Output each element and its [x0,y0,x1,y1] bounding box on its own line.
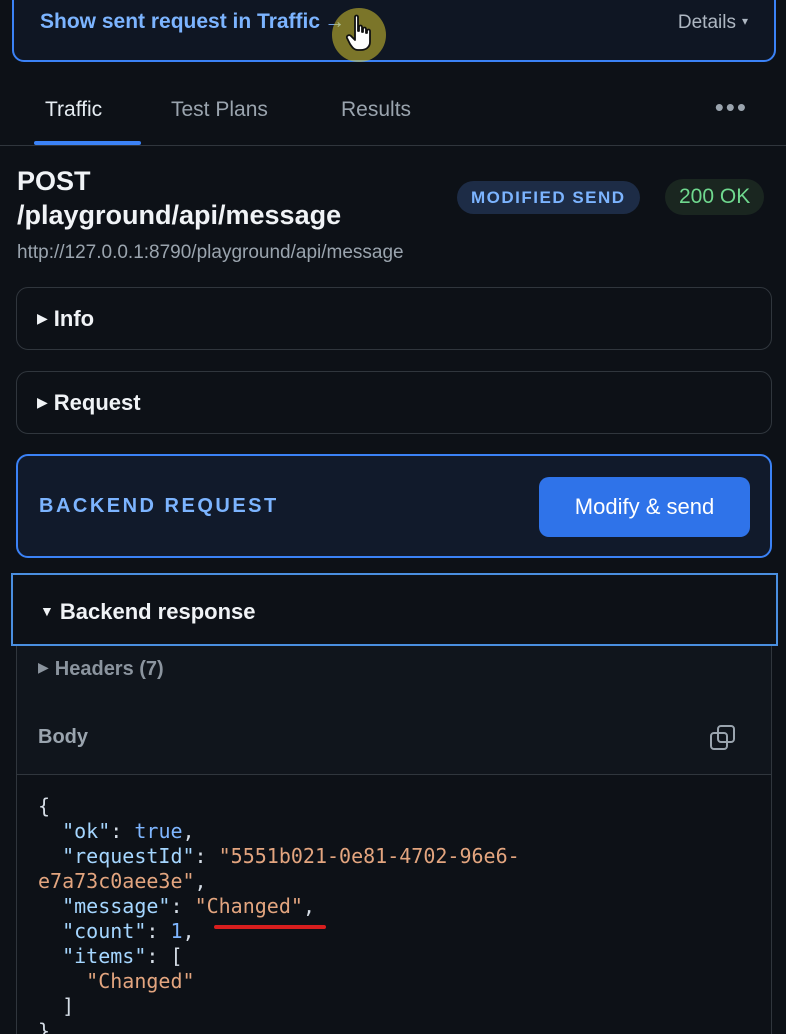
more-options-icon[interactable]: ••• [715,92,748,123]
request-method: POST [17,166,91,196]
backend-response-label: Backend response [59,599,256,624]
tab-traffic[interactable]: Traffic [45,98,102,122]
request-label: Request [53,390,141,415]
modified-send-badge: MODIFIED SEND [457,181,640,214]
request-url: http://127.0.0.1:8790/playground/api/mes… [17,242,404,263]
tab-results[interactable]: Results [341,98,411,122]
request-section-header[interactable]: ▶ Request [37,390,141,416]
json-requestid-value-2: e7a73c0aee3e" [38,869,195,893]
backend-response-header[interactable]: ▼ Backend response [11,573,778,646]
backend-request-label: BACKEND REQUEST [39,495,279,517]
copy-icon[interactable] [708,723,738,758]
backend-request-card: BACKEND REQUEST Modify & send [16,454,772,558]
request-section[interactable]: ▶ Request [16,371,772,434]
json-requestid-value-1: "5551b021-0e81-4702-96e6- [218,844,520,868]
chevron-down-icon: ▾ [741,14,748,28]
info-section[interactable]: ▶ Info [16,287,772,350]
json-message-value: "Changed" [194,894,303,918]
tab-test-plans[interactable]: Test Plans [171,98,268,122]
show-sent-request-label[interactable]: Show sent request in Traffic [40,10,320,33]
backend-response-toggle[interactable]: ▼ Backend response [40,599,256,625]
highlight-underline [214,925,326,929]
triangle-right-icon: ▶ [37,394,48,410]
info-section-header[interactable]: ▶ Info [37,306,94,332]
json-ok-value: true [134,819,183,843]
triangle-right-icon: ▶ [38,659,49,675]
headers-label: Headers (7) [54,658,164,680]
details-label[interactable]: Details [678,12,736,33]
tab-bar: Traffic Test Plans Results ••• [0,84,786,146]
status-badge: 200 OK [665,179,765,215]
triangle-right-icon: ▶ [37,310,48,326]
triangle-down-icon: ▼ [40,603,54,619]
show-sent-request-link[interactable]: Show sent request in Traffic→ [40,10,345,34]
headers-toggle[interactable]: ▶ Headers (7) [38,658,164,681]
json-items-value: "Changed" [86,969,195,993]
body-label: Body [38,726,88,748]
info-label: Info [53,306,95,331]
modify-send-button[interactable]: Modify & send [539,477,750,537]
active-tab-indicator [34,141,141,145]
response-body-json: { "ok": true, "requestId": "5551b021-0e8… [38,794,520,1034]
sent-request-banner: Show sent request in Traffic→ Details ▾ [12,0,776,62]
details-dropdown[interactable]: Details ▾ [678,12,748,34]
json-count-value: 1 [170,919,183,943]
request-path: /playground/api/message [17,200,342,230]
hand-cursor-icon [332,8,386,62]
